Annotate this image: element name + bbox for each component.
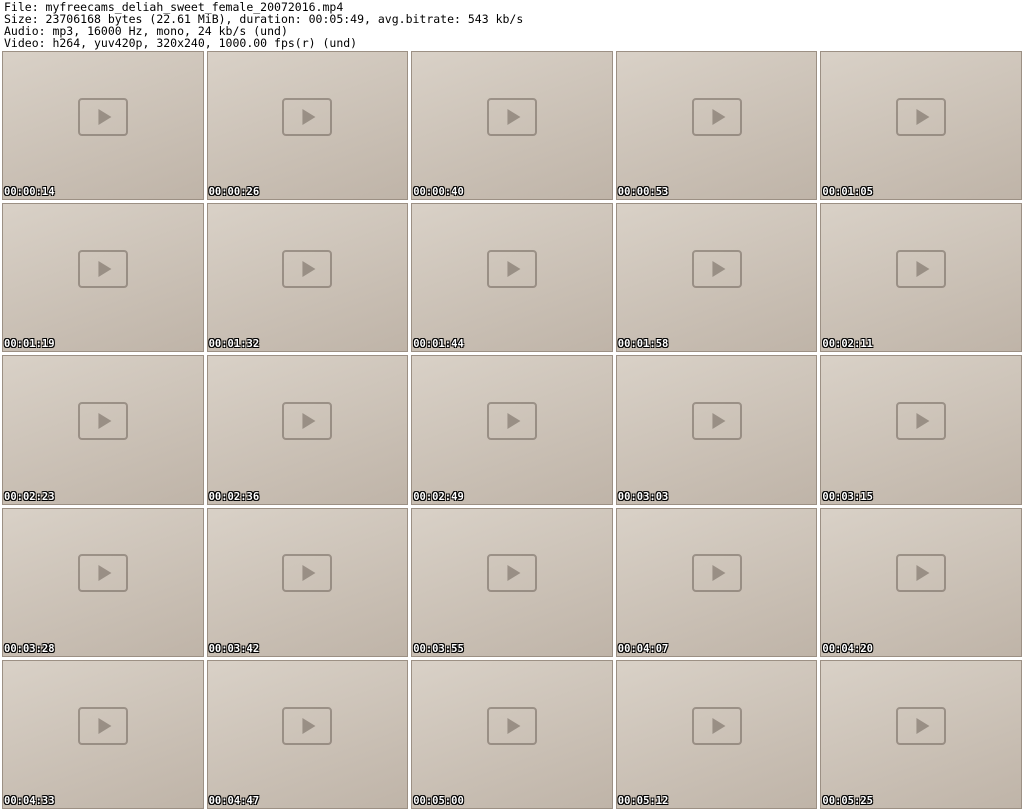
video-thumbnail[interactable]: 00:03:28	[2, 507, 204, 657]
video-frame-placeholder-icon	[691, 706, 742, 745]
video-thumbnail[interactable]: 00:05:25	[820, 659, 1022, 809]
thumbnail-grid: 00:00:14 00:00:26 00:00:40 00:00:53 00:01:05…	[2, 51, 1022, 809]
video-frame-placeholder-icon	[486, 706, 537, 745]
video-thumbnail[interactable]: 00:03:15	[820, 355, 1022, 505]
video-thumbnail[interactable]: 00:02:11	[820, 203, 1022, 353]
video-frame-placeholder-icon	[282, 249, 333, 288]
video-thumbnail[interactable]: 00:03:03	[615, 355, 818, 505]
video-thumbnail[interactable]: 00:05:00	[411, 659, 613, 809]
thumbnail-timestamp: 00:05:12	[617, 794, 669, 807]
thumbnail-timestamp: 00:03:28	[4, 642, 55, 655]
video-info-line: Video: h264, yuv420p, 320x240, 1000.00 f…	[4, 36, 358, 50]
video-frame-placeholder-icon	[896, 554, 947, 593]
video-frame-placeholder-icon	[77, 249, 128, 288]
video-thumbnail[interactable]: 00:04:07	[615, 507, 818, 657]
thumbnail-timestamp: 00:03:15	[822, 490, 873, 503]
thumbnail-timestamp: 00:00:26	[208, 186, 260, 199]
thumbnail-timestamp: 00:05:25	[822, 794, 873, 807]
video-frame-placeholder-icon	[691, 554, 742, 593]
thumbnail-timestamp: 00:04:20	[822, 642, 873, 655]
video-thumbnail[interactable]: 00:01:58	[615, 203, 818, 353]
video-thumbnail[interactable]: 00:00:53	[615, 51, 818, 201]
video-thumbnail[interactable]: 00:05:12	[615, 659, 818, 809]
video-thumbnail[interactable]: 00:03:42	[206, 507, 409, 657]
thumbnail-timestamp: 00:04:47	[208, 794, 260, 807]
video-frame-placeholder-icon	[282, 554, 333, 593]
video-thumbnail[interactable]: 00:02:23	[2, 355, 204, 505]
video-frame-placeholder-icon	[486, 97, 537, 136]
thumbnail-timestamp: 00:03:03	[617, 490, 669, 503]
thumbnail-timestamp: 00:02:36	[208, 490, 260, 503]
video-thumbnail[interactable]: 00:01:44	[411, 203, 613, 353]
video-frame-placeholder-icon	[896, 97, 947, 136]
video-thumbnail[interactable]: 00:04:33	[2, 659, 204, 809]
thumbnail-timestamp: 00:02:23	[4, 490, 55, 503]
thumbnail-timestamp: 00:04:33	[4, 794, 55, 807]
thumbnail-timestamp: 00:01:44	[413, 338, 464, 351]
video-frame-placeholder-icon	[282, 706, 333, 745]
thumbnail-timestamp: 00:04:07	[617, 642, 669, 655]
video-frame-placeholder-icon	[282, 402, 333, 441]
video-frame-placeholder-icon	[486, 249, 537, 288]
video-thumbnail[interactable]: 00:02:49	[411, 355, 613, 505]
video-thumbnail[interactable]: 00:01:19	[2, 203, 204, 353]
thumbnail-timestamp: 00:03:42	[208, 642, 260, 655]
video-thumbnail[interactable]: 00:03:55	[411, 507, 613, 657]
thumbnail-timestamp: 00:05:00	[413, 794, 464, 807]
video-frame-placeholder-icon	[486, 402, 537, 441]
file-info-header: File: myfreecams_deliah_sweet_female_200…	[0, 0, 1024, 50]
video-thumbnail[interactable]: 00:00:14	[2, 51, 204, 201]
thumbnail-timestamp: 00:01:32	[208, 338, 260, 351]
video-thumbnail[interactable]: 00:01:32	[206, 203, 409, 353]
video-frame-placeholder-icon	[77, 554, 128, 593]
video-thumbnail[interactable]: 00:01:05	[820, 51, 1022, 201]
video-frame-placeholder-icon	[282, 97, 333, 136]
thumbnail-timestamp: 00:01:19	[4, 338, 55, 351]
video-frame-placeholder-icon	[77, 402, 128, 441]
video-thumbnail[interactable]: 00:04:47	[206, 659, 409, 809]
thumbnail-timestamp: 00:01:58	[617, 338, 669, 351]
thumbnail-timestamp: 00:02:49	[413, 490, 464, 503]
video-frame-placeholder-icon	[691, 249, 742, 288]
thumbnail-timestamp: 00:01:05	[822, 186, 873, 199]
video-frame-placeholder-icon	[486, 554, 537, 593]
video-frame-placeholder-icon	[691, 97, 742, 136]
thumbnail-timestamp: 00:02:11	[822, 338, 873, 351]
video-frame-placeholder-icon	[691, 402, 742, 441]
video-thumbnail[interactable]: 00:04:20	[820, 507, 1022, 657]
thumbnail-timestamp: 00:00:14	[4, 186, 55, 199]
video-frame-placeholder-icon	[896, 402, 947, 441]
video-frame-placeholder-icon	[896, 249, 947, 288]
video-thumbnail[interactable]: 00:00:40	[411, 51, 613, 201]
video-frame-placeholder-icon	[77, 97, 128, 136]
video-frame-placeholder-icon	[77, 706, 128, 745]
video-thumbnail[interactable]: 00:02:36	[206, 355, 409, 505]
thumbnail-timestamp: 00:00:40	[413, 186, 464, 199]
thumbnail-timestamp: 00:03:55	[413, 642, 464, 655]
video-frame-placeholder-icon	[896, 706, 947, 745]
video-thumbnail[interactable]: 00:00:26	[206, 51, 409, 201]
thumbnail-timestamp: 00:00:53	[617, 186, 669, 199]
